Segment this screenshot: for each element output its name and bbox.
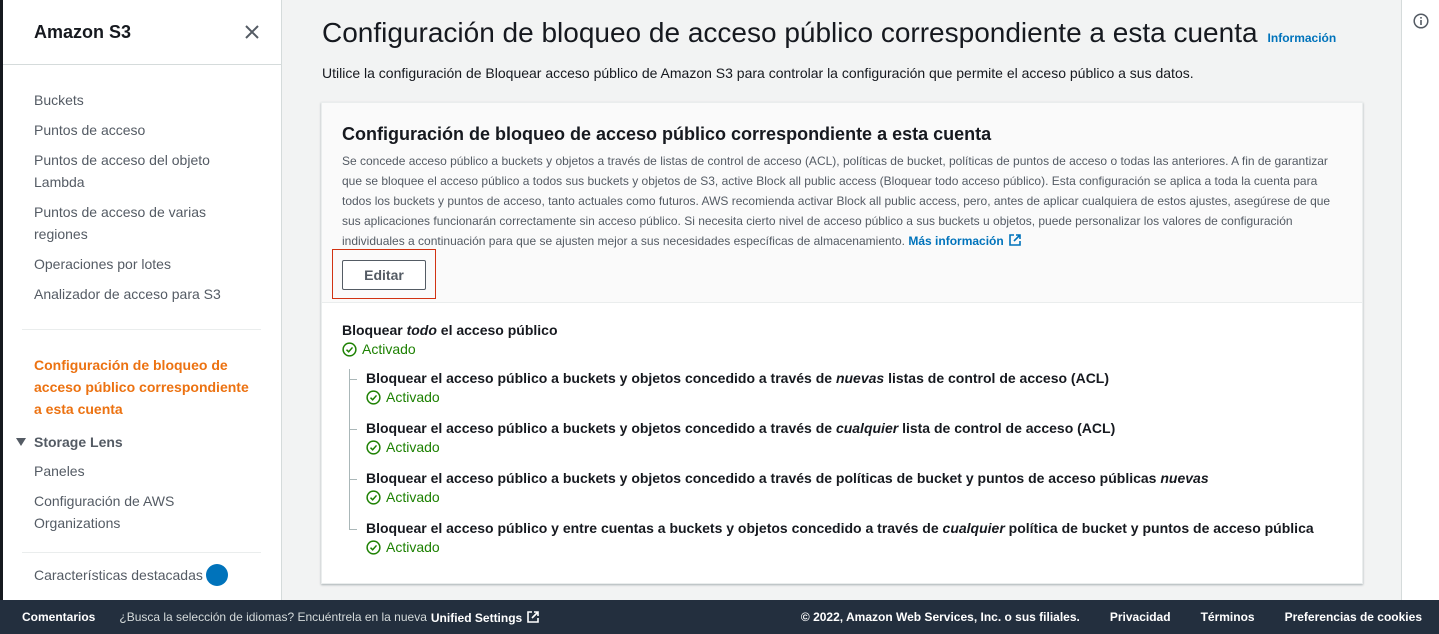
setting-text: Bloquear el acceso público a buckets y o… <box>366 420 836 436</box>
check-circle-icon <box>366 539 381 555</box>
card-header: Configuración de bloqueo de acceso públi… <box>322 103 1362 303</box>
setting-text: el acceso público <box>436 322 558 338</box>
sidebar-item-multi-region[interactable]: Puntos de acceso de varias regiones <box>3 197 281 249</box>
page-title: Configuración de bloqueo de acceso públi… <box>322 17 1258 48</box>
close-icon[interactable] <box>243 23 261 41</box>
tree-tick <box>349 529 357 530</box>
setting-text: lista de control de acceso (ACL) <box>898 420 1116 436</box>
sub-setting-status: Activado <box>366 489 1342 505</box>
setting-text: Bloquear <box>342 322 407 338</box>
setting-emphasis: todo <box>406 322 437 338</box>
setting-block-all-status: Activado <box>342 341 1342 357</box>
sidebar-item-batch-operations[interactable]: Operaciones por lotes <box>3 249 281 279</box>
sidebar-item-featured[interactable]: Características destacadas <box>3 564 281 586</box>
sub-setting-title: Bloquear el acceso público a buckets y o… <box>366 419 1342 437</box>
sub-setting-any-acls: Bloquear el acceso público a buckets y o… <box>349 419 1342 469</box>
footer-right: © 2022, Amazon Web Services, Inc. o sus … <box>801 600 1422 634</box>
privacy-link[interactable]: Privacidad <box>1110 610 1171 624</box>
footer: Comentarios ¿Busca la selección de idiom… <box>0 600 1439 634</box>
sidebar-item-block-public-access[interactable]: Configuración de bloqueo de acceso públi… <box>3 350 281 424</box>
setting-emphasis: cualquier <box>942 520 1005 536</box>
tools-panel-rail <box>1401 0 1439 600</box>
feedback-link[interactable]: Comentarios <box>22 610 95 624</box>
setting-emphasis: nuevas <box>1160 470 1209 486</box>
card-description: Se concede acceso público a buckets y ob… <box>342 151 1342 251</box>
setting-emphasis: cualquier <box>835 420 899 436</box>
sub-settings-list: Bloquear el acceso público a buckets y o… <box>349 369 1342 569</box>
cookie-preferences-link[interactable]: Preferencias de cookies <box>1285 610 1422 624</box>
sub-setting-title: Bloquear el acceso público a buckets y o… <box>366 469 1342 487</box>
sidebar-title[interactable]: Amazon S3 <box>34 22 131 43</box>
sidebar-section-storage-lens[interactable]: Storage Lens <box>3 428 281 456</box>
sidebar-item-access-points[interactable]: Puntos de acceso <box>3 115 281 145</box>
page-description: Utilice la configuración de Bloquear acc… <box>322 65 1194 81</box>
more-info-label: Más información <box>908 234 1004 248</box>
setting-block-all-title: Bloquear todo el acceso público <box>342 321 1342 339</box>
sidebar-item-buckets[interactable]: Buckets <box>3 85 281 115</box>
card-body: Bloquear todo el acceso público Activado… <box>322 303 1362 569</box>
sub-setting-new-acls: Bloquear el acceso público a buckets y o… <box>349 369 1342 419</box>
status-label: Activado <box>386 489 440 505</box>
sidebar-item-access-analyzer[interactable]: Analizador de acceso para S3 <box>3 279 281 309</box>
check-circle-icon <box>366 489 381 505</box>
language-prompt: ¿Busca la selección de idiomas? Encuéntr… <box>119 610 427 624</box>
sub-setting-new-policies: Bloquear el acceso público a buckets y o… <box>349 469 1342 519</box>
sidebar-item-object-lambda[interactable]: Puntos de acceso del objeto Lambda <box>3 145 281 197</box>
card-title: Configuración de bloqueo de acceso públi… <box>342 124 992 144</box>
sidebar-item-aws-organizations[interactable]: Configuración de AWS Organizations <box>3 486 281 538</box>
edit-button[interactable]: Editar <box>342 260 426 290</box>
info-icon[interactable] <box>1413 13 1429 29</box>
block-public-access-card: Configuración de bloqueo de acceso públi… <box>321 102 1363 584</box>
setting-text: política de bucket y puntos de acceso pú… <box>1004 520 1314 536</box>
status-label: Activado <box>386 539 440 555</box>
tree-tick <box>349 379 357 380</box>
check-circle-icon <box>342 341 357 357</box>
info-link[interactable]: Información <box>1268 31 1337 45</box>
caret-down-icon <box>16 438 26 446</box>
sidebar-section-label: Storage Lens <box>34 434 123 450</box>
main-content: Configuración de bloqueo de acceso públi… <box>283 0 1401 600</box>
status-label: Activado <box>386 439 440 455</box>
card-description-text: Se concede acceso público a buckets y ob… <box>342 154 1331 248</box>
sidebar-item-featured-label: Características destacadas <box>34 567 203 583</box>
check-circle-icon <box>366 389 381 405</box>
terms-link[interactable]: Términos <box>1201 610 1255 624</box>
sidebar: Amazon S3 Buckets Puntos de acceso Punto… <box>3 0 282 600</box>
external-link-icon <box>527 610 540 623</box>
unified-settings-label: Unified Settings <box>430 610 523 625</box>
sidebar-item-dashboards[interactable]: Paneles <box>3 456 281 486</box>
sidebar-header: Amazon S3 <box>3 0 281 65</box>
status-label: Activado <box>362 341 416 357</box>
copyright: © 2022, Amazon Web Services, Inc. o sus … <box>800 610 1080 624</box>
sidebar-divider-2 <box>22 552 261 553</box>
sidebar-nav: Buckets Puntos de acceso Puntos de acces… <box>3 65 281 309</box>
unified-settings-link[interactable]: Unified Settings <box>431 610 540 625</box>
setting-text: Bloquear el acceso público a buckets y o… <box>366 470 1161 486</box>
tree-tick <box>349 429 357 430</box>
sub-setting-any-policies: Bloquear el acceso público y entre cuent… <box>349 519 1342 569</box>
setting-emphasis: nuevas <box>835 370 885 386</box>
external-link-icon <box>1008 234 1021 246</box>
page-header: Configuración de bloqueo de acceso públi… <box>322 17 1336 49</box>
setting-text: listas de control de acceso (ACL) <box>884 370 1110 386</box>
new-badge <box>206 564 228 586</box>
status-label: Activado <box>386 389 440 405</box>
setting-text: Bloquear el acceso público a buckets y o… <box>366 370 836 386</box>
sub-setting-status: Activado <box>366 539 1342 555</box>
check-circle-icon <box>366 439 381 455</box>
sub-setting-title: Bloquear el acceso público a buckets y o… <box>366 369 1342 387</box>
sub-setting-title: Bloquear el acceso público y entre cuent… <box>366 519 1342 537</box>
setting-text: Bloquear el acceso público y entre cuent… <box>366 520 943 536</box>
more-info-link[interactable]: Más información <box>908 234 1021 248</box>
sub-setting-status: Activado <box>366 389 1342 405</box>
sidebar-divider <box>22 329 261 330</box>
tree-tick <box>349 479 357 480</box>
sub-setting-status: Activado <box>366 439 1342 455</box>
